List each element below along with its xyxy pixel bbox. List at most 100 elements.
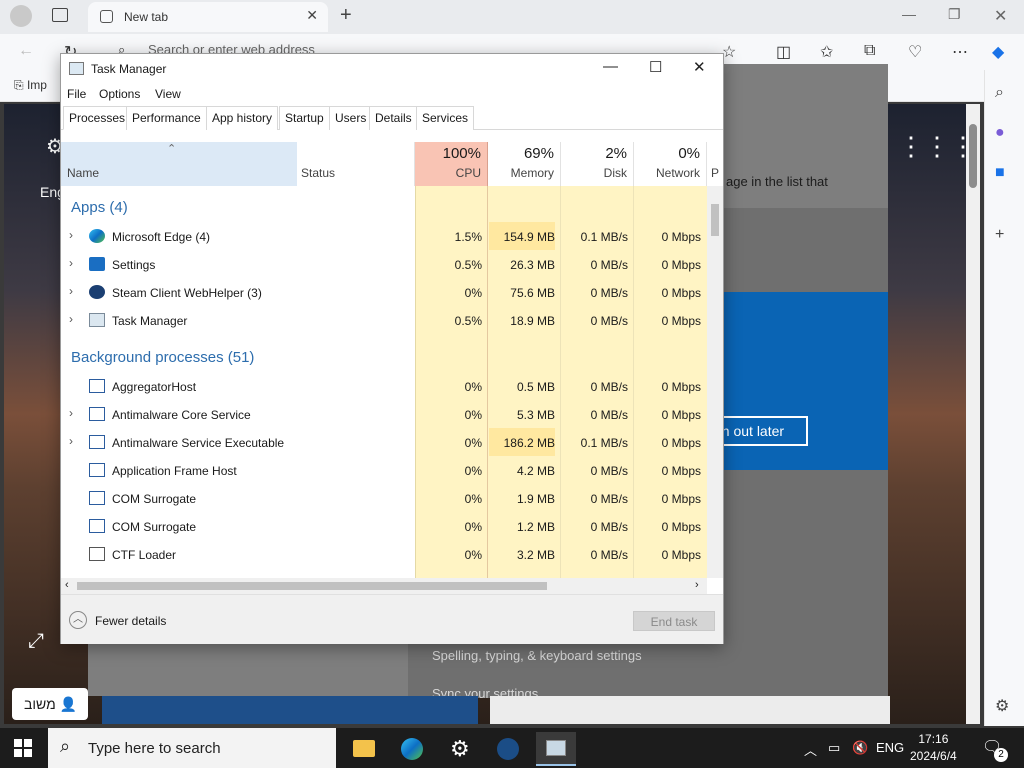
expand-chevron-icon[interactable]: › (69, 228, 73, 242)
horizontal-scrollbar[interactable]: ‹ › (61, 578, 707, 594)
tab-details[interactable]: Details (369, 106, 418, 130)
edge-taskbar-icon[interactable] (392, 732, 432, 766)
sort-ascending-icon: ⌃ (167, 143, 177, 155)
language-indicator[interactable]: ENG (876, 740, 904, 755)
tab-users[interactable]: Users (329, 106, 373, 130)
maximize-icon[interactable]: ☐ (649, 58, 662, 76)
network-cell: 0 Mbps (661, 380, 701, 394)
expand-chevron-icon[interactable]: › (69, 434, 73, 448)
close-tab-icon[interactable]: ✕ (306, 7, 318, 24)
sidebar-search-icon[interactable]: ⌕ (995, 84, 1004, 102)
horizontal-scroll-thumb[interactable] (77, 582, 547, 590)
person-icon: 👤 (59, 696, 78, 712)
sidebar-settings-icon[interactable]: ⚙ (995, 696, 1009, 716)
vertical-scrollbar[interactable]: ▾ (707, 186, 723, 624)
restore-icon[interactable]: ❐ (948, 6, 961, 23)
volume-muted-icon[interactable]: 🔇 (852, 740, 868, 756)
favorites-item[interactable]: ⎘ Imp (14, 78, 47, 93)
profile-avatar[interactable] (10, 5, 32, 27)
scroll-right-icon[interactable]: › (695, 579, 699, 591)
process-name: Application Frame Host (112, 464, 237, 478)
minimize-icon[interactable]: — (902, 6, 916, 22)
add-sidebar-app-icon[interactable]: + (995, 226, 1004, 244)
copilot-icon[interactable]: ◆ (992, 42, 1004, 62)
task-manager-taskbar-icon[interactable] (536, 732, 576, 766)
title-bar[interactable]: Task Manager — ☐ ✕ (61, 54, 723, 84)
menu-view[interactable]: View (155, 87, 181, 101)
network-icon[interactable]: ▭ (828, 740, 840, 756)
page-scrollbar[interactable] (966, 104, 980, 724)
minimize-icon[interactable]: — (603, 58, 618, 75)
cpu-cell: 0% (464, 436, 482, 450)
show-hidden-icons[interactable]: ︿ (804, 740, 817, 759)
disk-cell: 0 MB/s (590, 314, 628, 328)
task-manager-window: Task Manager — ☐ ✕ File Options View Pro… (60, 53, 724, 644)
menu-file[interactable]: File (67, 87, 86, 101)
browser-tab[interactable]: New tab ✕ (88, 2, 328, 32)
disk-cell: 0 MB/s (590, 492, 628, 506)
outlook-icon[interactable]: ■ (995, 164, 1005, 182)
clock[interactable]: 17:16 2024/6/4 (910, 732, 957, 763)
new-tab-button[interactable]: + (340, 4, 352, 27)
expand-icon[interactable]: ⤢ (28, 630, 44, 653)
browser-essentials-icon[interactable]: ♡ (908, 42, 922, 62)
tab-strip: Processes Performance App history Startu… (61, 106, 723, 130)
menu-options[interactable]: Options (99, 87, 140, 101)
tab-app-history[interactable]: App history (206, 106, 279, 130)
tab-processes[interactable]: Processes (63, 106, 132, 130)
scroll-left-icon[interactable]: ‹ (65, 579, 69, 591)
expand-chevron-icon[interactable]: › (69, 256, 73, 270)
fewer-details-link[interactable]: Fewer details (95, 614, 166, 628)
tab-services[interactable]: Services (416, 106, 475, 130)
vertical-scroll-thumb[interactable] (711, 204, 719, 236)
disk-cell: 0 MB/s (590, 548, 628, 562)
expand-chevron-icon[interactable]: › (69, 406, 73, 420)
steam-icon (89, 285, 105, 299)
favorites-icon[interactable]: ✩ (820, 42, 833, 62)
settings-taskbar-icon[interactable]: ⚙ (440, 732, 480, 766)
column-header-memory[interactable]: 69% Memory (488, 142, 561, 186)
collapse-chevron-icon[interactable]: ︿ (69, 611, 87, 629)
back-icon[interactable]: ← (18, 42, 34, 60)
collections-icon[interactable]: ⧉ (864, 42, 875, 60)
column-header-network[interactable]: 0% Network (634, 142, 707, 186)
start-button[interactable] (14, 739, 32, 757)
favorite-star-icon[interactable]: ☆ (722, 42, 736, 62)
split-screen-icon[interactable]: ◫ (776, 42, 791, 62)
copilot-sidebar-icon[interactable]: ● (995, 124, 1005, 142)
taskbar-search[interactable]: ⌕ Type here to search (48, 728, 336, 768)
memory-cell: 1.2 MB (516, 520, 555, 534)
expand-chevron-icon[interactable]: › (69, 312, 73, 326)
column-header-power[interactable]: P (707, 142, 723, 186)
column-header-disk[interactable]: 2% Disk (561, 142, 634, 186)
column-header-cpu[interactable]: 100% CPU (415, 142, 488, 186)
process-name: COM Surrogate (112, 492, 197, 506)
end-task-button[interactable]: End task (633, 611, 715, 631)
steam-taskbar-icon[interactable] (488, 732, 528, 766)
tab-startup[interactable]: Startup (279, 106, 330, 130)
window-title: Task Manager (91, 62, 167, 76)
column-header-name[interactable]: ⌃ Name (61, 142, 297, 186)
feedback-button[interactable]: משוב 👤 (12, 688, 88, 720)
background-section-header: Background processes (51) (71, 349, 255, 366)
cpu-cell: 0.5% (454, 314, 482, 328)
apps-grid-icon[interactable]: ⋮⋮⋮ (898, 133, 976, 159)
import-icon: ⎘ (14, 78, 27, 92)
disk-cell: 0 MB/s (590, 286, 628, 300)
disk-cell: 0 MB/s (590, 520, 628, 534)
more-menu-icon[interactable]: ⋯ (952, 42, 968, 62)
memory-cell: 4.2 MB (516, 464, 555, 478)
spelling-settings-link[interactable]: Spelling, typing, & keyboard settings (432, 648, 642, 663)
expand-chevron-icon[interactable]: › (69, 284, 73, 298)
windows-taskbar: ⌕ Type here to search ⚙ ︿ ▭ 🔇 ENG 17:16 … (0, 728, 1024, 768)
network-cell: 0 Mbps (661, 314, 701, 328)
file-explorer-icon[interactable] (344, 732, 384, 766)
column-header-status[interactable]: Status (297, 142, 415, 186)
close-icon[interactable]: ✕ (693, 58, 706, 76)
cpu-cell: 0% (464, 492, 482, 506)
tab-performance[interactable]: Performance (126, 106, 207, 130)
close-window-icon[interactable]: ✕ (994, 6, 1007, 26)
process-name: CTF Loader (112, 548, 177, 562)
tab-actions-icon[interactable] (52, 8, 68, 22)
process-name: Antimalware Core Service (112, 408, 251, 422)
